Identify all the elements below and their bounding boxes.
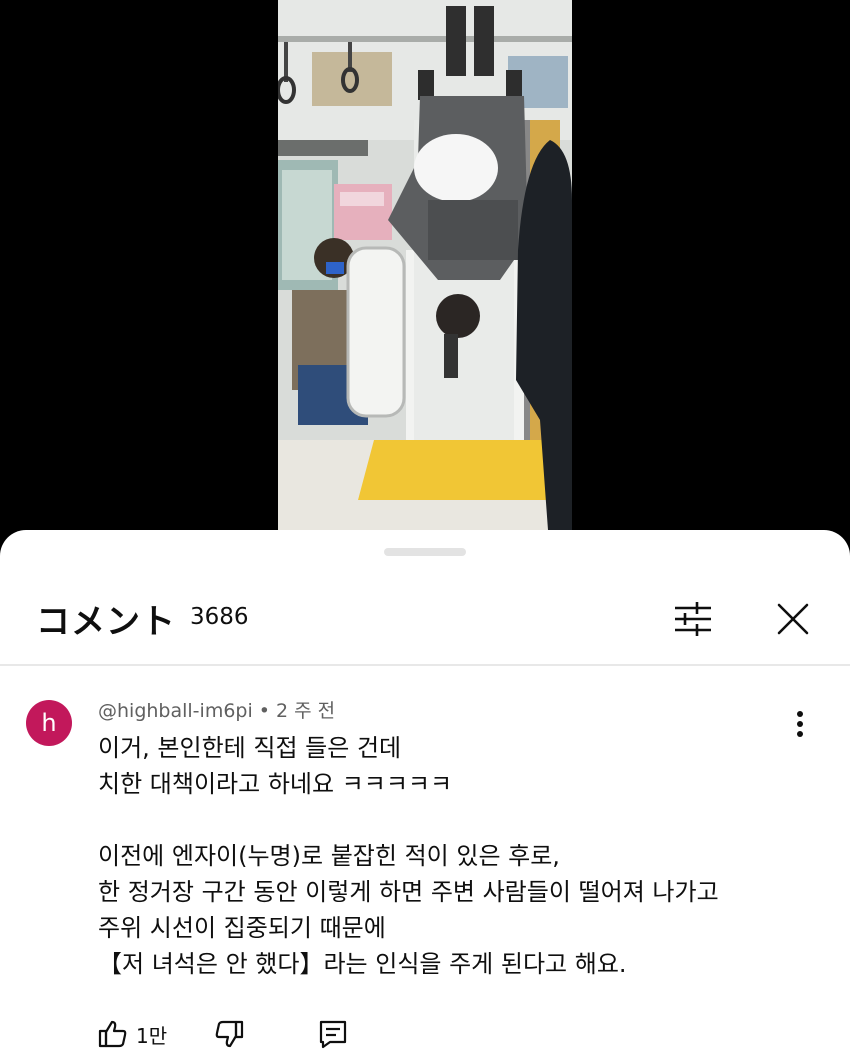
thumbs-down-icon (215, 1020, 244, 1048)
reply-icon (319, 1020, 347, 1049)
like-count: 1만 (136, 1023, 168, 1048)
reply-button[interactable] (318, 1014, 348, 1054)
comment-line: 이거, 본인한테 직접 들은 건데 (98, 734, 402, 762)
close-button[interactable] (768, 594, 818, 644)
comment-line: 한 정거장 구간 동안 이렇게 하면 주변 사람들이 떨어져 나가고 (98, 878, 719, 906)
comment-blank-line (98, 802, 818, 838)
sliders-icon (675, 602, 711, 636)
comment-line: 주위 시선이 집중되기 때문에 (98, 914, 386, 942)
comment-time: 2 주 전 (275, 700, 336, 722)
comments-sheet: コメント 3686 h @highball-im6pi • 2 주 전 이거, … (0, 530, 850, 1058)
thumbs-up-icon (98, 1020, 127, 1048)
drag-handle[interactable] (384, 548, 466, 556)
comments-count: 3686 (190, 604, 249, 630)
sort-filter-button[interactable] (668, 594, 718, 644)
comment-line: 치한 대책이라고 하네요 ㅋㅋㅋㅋㅋ (98, 770, 453, 798)
comment-text: 이거, 본인한테 직접 들은 건데 치한 대책이라고 하네요 ㅋㅋㅋㅋㅋ 이전에… (98, 730, 818, 982)
comment-item: h @highball-im6pi • 2 주 전 이거, 본인한테 직접 들은 건… (0, 666, 850, 1058)
dislike-button[interactable] (214, 1014, 244, 1054)
comment-line: 이전에 엔자이(누명)로 붙잡힌 적이 있은 후로, (98, 842, 560, 870)
like-button[interactable]: 1만 (98, 1014, 167, 1054)
comments-title: コメント (36, 602, 176, 642)
comments-header: コメント 3686 (0, 590, 850, 666)
avatar-letter: h (41, 709, 57, 737)
comment-line: 【저 녀석은 안 했다】라는 인식을 주게 된다고 해요. (98, 950, 627, 978)
comment-meta: @highball-im6pi • 2 주 전 (98, 696, 335, 723)
video-player[interactable] (0, 0, 850, 560)
avatar[interactable]: h (26, 700, 72, 746)
meta-separator: • (258, 700, 270, 722)
video-scene-image (278, 0, 572, 530)
comment-actions: 1만 (98, 1014, 798, 1054)
close-icon (777, 603, 809, 635)
comment-author[interactable]: @highball-im6pi (98, 700, 253, 722)
video-frame[interactable] (278, 0, 572, 530)
